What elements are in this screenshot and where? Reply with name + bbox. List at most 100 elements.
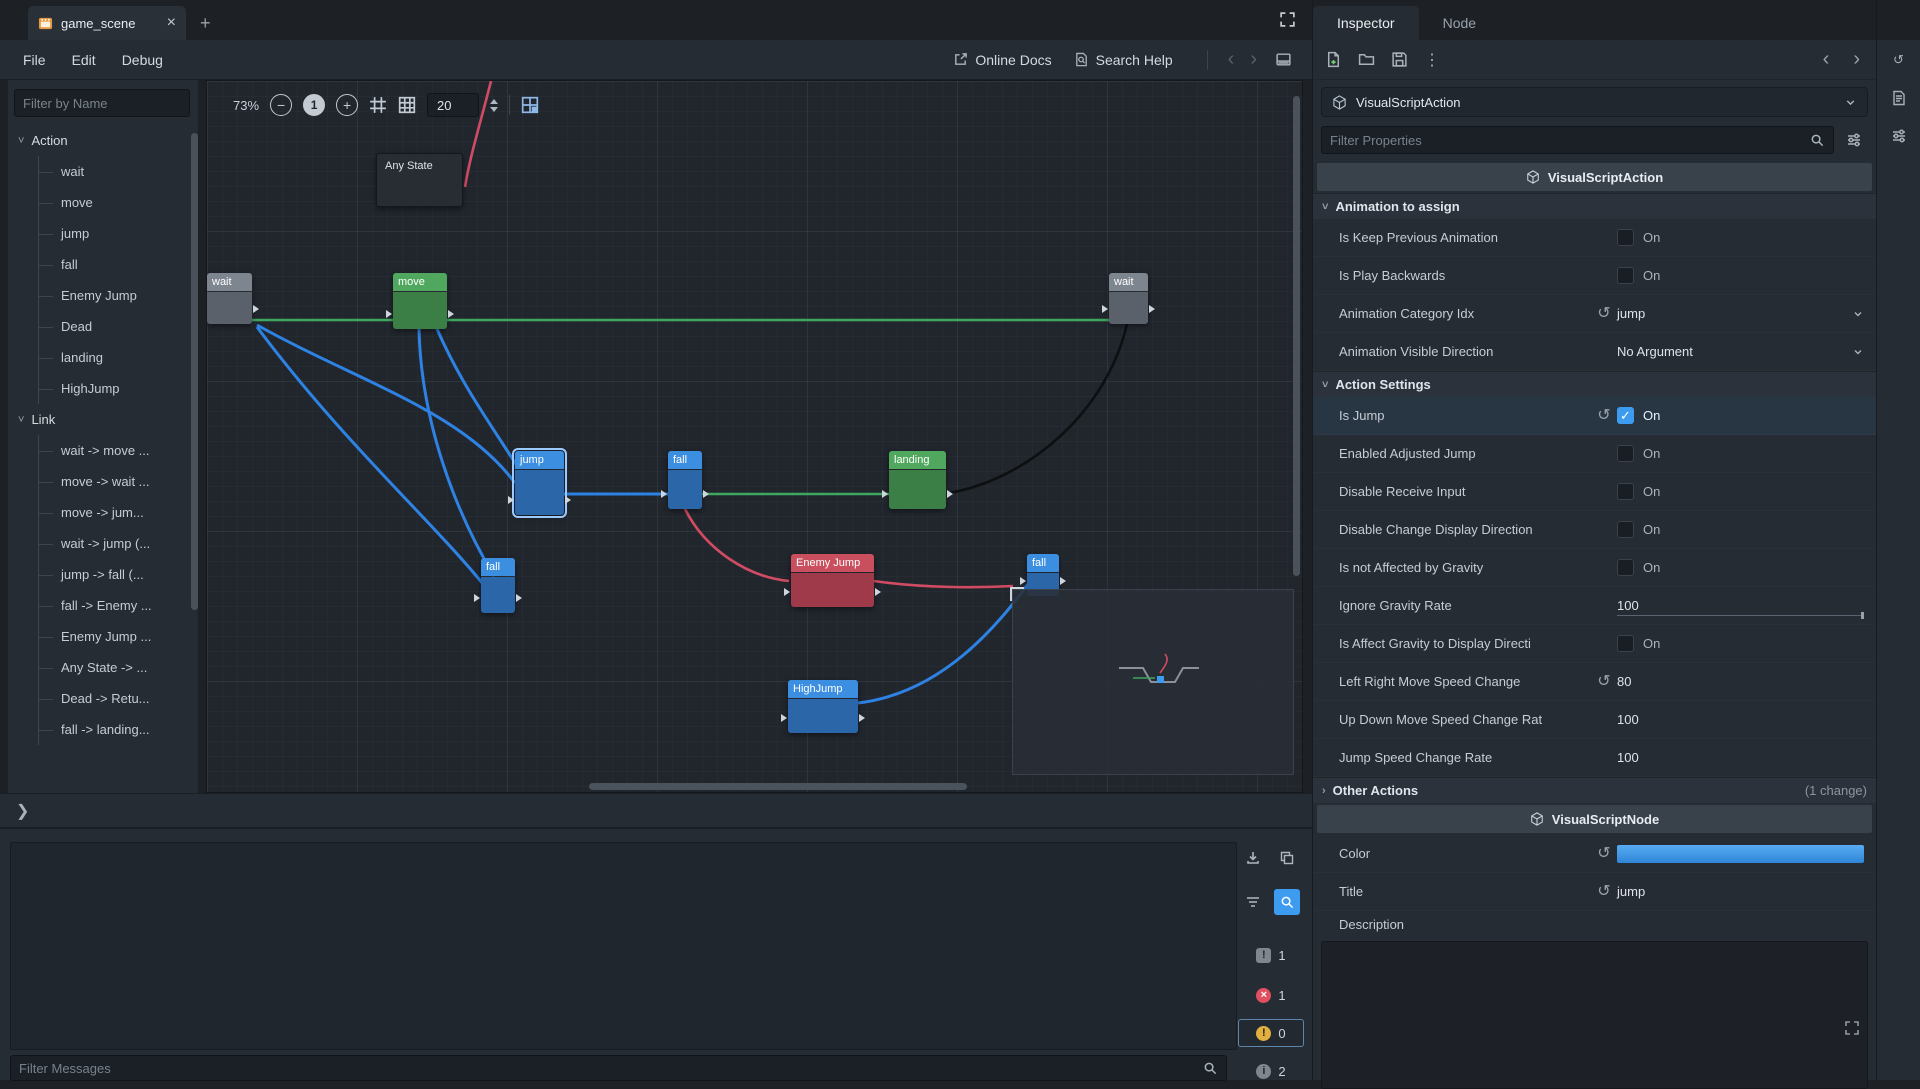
dropdown[interactable]: jump — [1617, 295, 1876, 332]
tab-inspector[interactable]: Inspector — [1313, 6, 1419, 40]
sidebar-item[interactable]: Dead -> Retu... — [39, 683, 198, 714]
history-icon[interactable]: ↺ — [1885, 46, 1913, 74]
scene-tab-game-scene[interactable]: game_scene × — [28, 6, 186, 40]
nav-back-icon[interactable]: ‹ — [1220, 48, 1243, 71]
snap-stepper[interactable] — [490, 99, 498, 112]
number-field[interactable]: 100 — [1617, 701, 1876, 738]
zoom-reset-button[interactable]: 1 — [303, 94, 325, 116]
sidebar-item[interactable]: fall -> landing... — [39, 714, 198, 745]
dropdown[interactable]: No Argument — [1617, 333, 1876, 370]
graph-node-highjump[interactable]: HighJump — [788, 680, 858, 733]
extra-options-icon[interactable]: ⋮ — [1424, 50, 1440, 70]
snap-distance-field[interactable]: 20 — [427, 93, 479, 117]
sidebar-item[interactable]: Any State -> ... — [39, 652, 198, 683]
sidebar-item[interactable]: wait -> jump (... — [39, 528, 198, 559]
revert-icon[interactable]: ↺ — [1597, 846, 1610, 862]
menu-file[interactable]: File — [10, 47, 59, 73]
load-resource-folder-icon[interactable] — [1358, 51, 1375, 68]
panel-layout-icon[interactable] — [1275, 51, 1292, 68]
checkbox[interactable] — [1617, 445, 1634, 462]
number-field[interactable]: 80 — [1617, 663, 1876, 700]
message-list[interactable] — [10, 842, 1237, 1050]
search-messages-icon[interactable] — [1274, 889, 1300, 915]
graph-node-wait-2[interactable]: wait — [1109, 273, 1148, 324]
fullscreen-icon[interactable] — [1279, 11, 1296, 28]
footer-count-badge[interactable]: i 2 — [1238, 1057, 1304, 1085]
revert-icon[interactable]: ↺ — [1597, 408, 1610, 424]
checkbox[interactable] — [1617, 559, 1634, 576]
state-machine-graph[interactable]: 73% − 1 + 20 Any State wait move — [206, 80, 1303, 793]
save-icon[interactable] — [1391, 51, 1408, 68]
checkbox[interactable] — [1617, 267, 1634, 284]
grid-toggle-icon[interactable] — [398, 96, 416, 114]
sidebar-group-link[interactable]: ˅ Link — [8, 404, 198, 435]
number-slider[interactable]: 100 — [1617, 587, 1876, 624]
revert-icon[interactable]: ↺ — [1597, 674, 1610, 690]
number-field[interactable]: 100 — [1617, 739, 1876, 776]
slider-track[interactable] — [1617, 615, 1864, 616]
sidebar-filter-input[interactable] — [23, 96, 181, 111]
category-action-settings[interactable]: ˅ Action Settings — [1313, 371, 1876, 397]
tab-node[interactable]: Node — [1419, 6, 1500, 40]
message-filter-input[interactable] — [19, 1061, 1203, 1076]
collapse-messages-icon[interactable] — [1240, 889, 1266, 915]
warning-count-badge[interactable]: ! 0 — [1238, 1019, 1304, 1047]
revert-icon[interactable]: ↺ — [1597, 884, 1610, 900]
sidebar-item[interactable]: wait -> move ... — [39, 435, 198, 466]
revert-icon[interactable]: ↺ — [1597, 306, 1610, 322]
graph-vertical-scrollbar[interactable] — [1293, 96, 1300, 576]
menu-debug[interactable]: Debug — [109, 47, 176, 73]
graph-node-jump-selected[interactable]: jump — [515, 451, 564, 515]
new-tab-button[interactable]: + — [200, 14, 211, 32]
panel-expand-arrow[interactable]: ❯ — [16, 801, 29, 821]
graph-node-landing[interactable]: landing — [889, 451, 946, 509]
save-log-icon[interactable] — [1240, 845, 1266, 871]
slider-grabber[interactable] — [1861, 612, 1864, 619]
sidebar-item[interactable]: jump — [39, 218, 198, 249]
new-resource-icon[interactable] — [1325, 51, 1342, 68]
graph-node-any-state[interactable]: Any State — [376, 153, 463, 207]
sidebar-scrollbar[interactable] — [191, 133, 198, 610]
graph-node-wait[interactable]: wait — [207, 273, 252, 324]
graph-node-fall[interactable]: fall — [668, 451, 702, 509]
checkbox[interactable] — [1617, 229, 1634, 246]
sidebar-item[interactable]: fall — [39, 249, 198, 280]
sidebar-group-action[interactable]: ˅ Action — [8, 125, 198, 156]
subgraph-panel[interactable] — [1012, 589, 1294, 775]
property-filter-input[interactable] — [1330, 133, 1810, 148]
sidebar-item[interactable]: move -> wait ... — [39, 466, 198, 497]
description-textarea[interactable] — [1321, 941, 1868, 1089]
graph-node-move[interactable]: move — [393, 273, 447, 329]
close-icon[interactable]: × — [167, 14, 176, 32]
filter-options-icon[interactable] — [1840, 126, 1868, 154]
color-picker-swatch[interactable] — [1617, 845, 1864, 863]
script-doc-icon[interactable] — [1885, 84, 1913, 112]
graph-node-enemy-jump[interactable]: Enemy Jump — [791, 554, 874, 607]
category-animation-to-assign[interactable]: ˅ Animation to assign — [1313, 193, 1876, 219]
sidebar-item[interactable]: jump -> fall (... — [39, 559, 198, 590]
sidebar-item[interactable]: move -> jum... — [39, 497, 198, 528]
menu-edit[interactable]: Edit — [59, 47, 109, 73]
sidebar-item[interactable]: Enemy Jump — [39, 280, 198, 311]
graph-horizontal-scrollbar[interactable] — [589, 783, 967, 790]
text-field[interactable]: jump — [1617, 873, 1876, 910]
checkbox[interactable] — [1617, 635, 1634, 652]
minimap-toggle-icon[interactable] — [521, 96, 539, 114]
sidebar-item[interactable]: Enemy Jump ... — [39, 621, 198, 652]
sidebar-item[interactable]: landing — [39, 342, 198, 373]
copy-log-icon[interactable] — [1274, 845, 1300, 871]
snap-toggle-icon[interactable] — [369, 96, 387, 114]
tune-sliders-icon[interactable] — [1885, 122, 1913, 150]
checkbox[interactable] — [1617, 521, 1634, 538]
category-other-actions[interactable]: › Other Actions (1 change) — [1313, 777, 1876, 803]
checkbox[interactable] — [1617, 483, 1634, 500]
search-help-button[interactable]: Search Help — [1074, 52, 1173, 68]
nav-forward-icon[interactable]: › — [1242, 48, 1265, 71]
message-count-badge[interactable]: ! 1 — [1238, 941, 1304, 969]
sidebar-item[interactable]: Dead — [39, 311, 198, 342]
sidebar-item[interactable]: wait — [39, 156, 198, 187]
sidebar-item[interactable]: move — [39, 187, 198, 218]
sidebar-item[interactable]: HighJump — [39, 373, 198, 404]
zoom-out-button[interactable]: − — [270, 94, 292, 116]
online-docs-button[interactable]: Online Docs — [953, 52, 1051, 68]
